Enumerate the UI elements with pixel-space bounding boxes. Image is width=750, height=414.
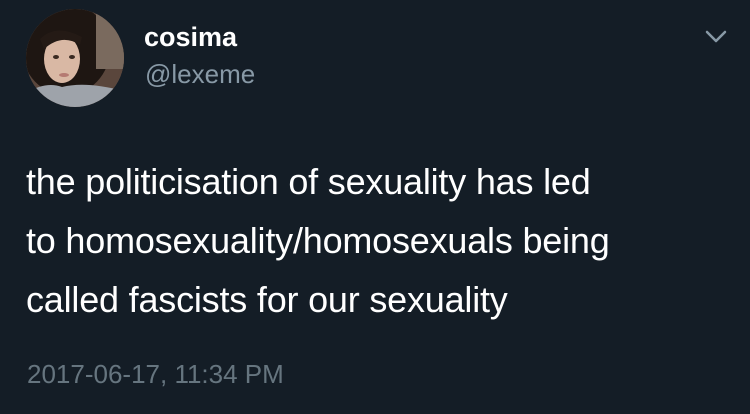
tweet-text-line: to homosexuality/homosexuals being <box>26 220 610 261</box>
tweet-text-line: the politicisation of sexuality has led <box>26 161 591 202</box>
avatar-image <box>26 9 124 107</box>
user-handle[interactable]: @lexeme <box>145 58 255 90</box>
display-name[interactable]: cosima <box>144 21 237 53</box>
tweet-timestamp[interactable]: 2017-06-17, 11:34 PM <box>27 358 284 390</box>
tweet-text: the politicisation of sexuality has led … <box>26 152 726 329</box>
tweet-card: cosima @lexeme the politicisation of sex… <box>0 0 750 414</box>
tweet-text-line: called fascists for our sexuality <box>26 279 508 320</box>
chevron-down-icon[interactable] <box>702 24 730 48</box>
avatar[interactable] <box>26 9 124 107</box>
